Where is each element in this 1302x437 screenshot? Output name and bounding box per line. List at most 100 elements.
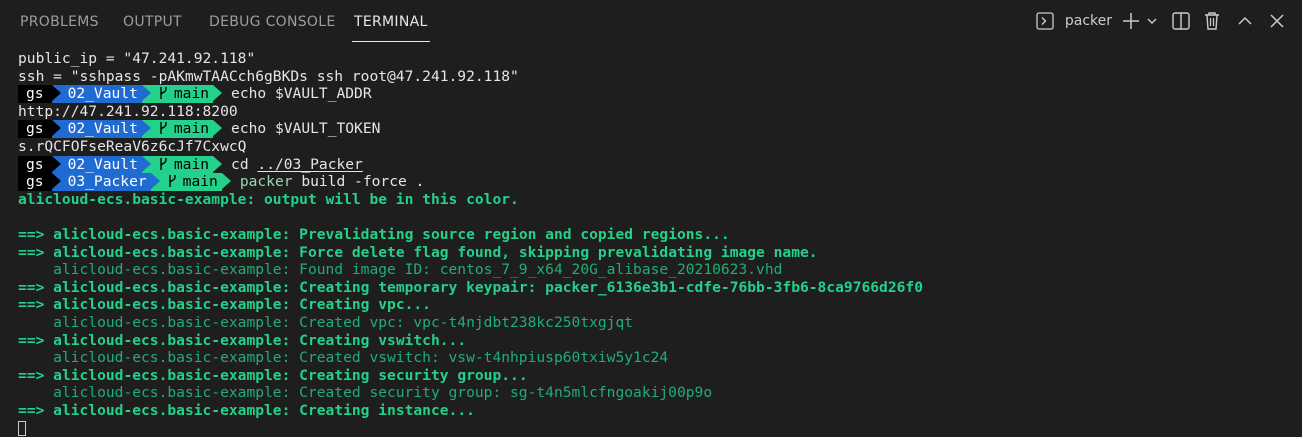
output-text: s.rQCFOFseReaV6z6cJf7CxwcQ [18,137,247,155]
terminal-panel: PROBLEMS OUTPUT DEBUG CONSOLE TERMINAL p… [0,0,1302,436]
prompt-user-text: gs [26,155,44,173]
tab-output[interactable]: OUTPUT [123,0,182,44]
prompt-dir-text: 02_Vault [67,85,138,103]
step-text: alicloud-ecs.basic-example: Prevalidatin… [53,225,730,243]
output-text: alicloud-ecs.basic-example: output will … [18,190,519,208]
prompt-dir: 03_Packer [51,173,160,191]
command-name: echo [231,85,267,103]
terminal-line: gs 03_Packer main packer build -force . [18,173,1302,191]
prompt-dir: 02_Vault [51,85,151,103]
command-name: cd [231,155,249,173]
terminal-line: s.rQCFOFseReaV6z6cJf7CxwcQ [18,138,1302,156]
terminal-line: alicloud-ecs.basic-example: Created vpc:… [18,314,1302,332]
git-branch-icon [167,173,183,190]
tab-terminal[interactable]: TERMINAL [352,0,430,44]
command-args: ../03_Packer [257,155,363,173]
panel-tab-bar: PROBLEMS OUTPUT DEBUG CONSOLE TERMINAL p… [0,0,1302,44]
output-text: http://47.241.92.118:8200 [18,102,238,120]
chevron-up-icon [1238,16,1252,25]
prompt-dir: 02_Vault [51,120,151,138]
prompt-branch: main [150,173,231,191]
maximize-panel-button[interactable] [1236,10,1254,32]
terminal-line: ==> alicloud-ecs.basic-example: Prevalid… [18,226,1302,244]
terminal-line: ==> alicloud-ecs.basic-example: Creating… [18,402,1302,420]
terminal-icon [1035,11,1055,31]
prompt: gs 02_Vault main [18,85,223,103]
terminal-output[interactable]: public_ip = "47.241.92.118" ssh = "sshpas… [18,50,1302,436]
prompt-branch-text: main [173,155,210,173]
terminal-line: http://47.241.92.118:8200 [18,103,1302,121]
step-arrow: ==> [18,296,54,314]
step-arrow: ==> [18,225,54,243]
tab-debug-console[interactable]: DEBUG CONSOLE [209,0,336,44]
prompt-user-text: gs [26,173,44,191]
prompt-branch: main [141,85,223,103]
prompt-user-text: gs [26,120,44,138]
terminal-line: gs 02_Vault main echo $VAULT_ADDR [18,85,1302,103]
terminal-line: alicloud-ecs.basic-example: Created secu… [18,384,1302,402]
prompt-dir-text: 02_Vault [67,120,138,138]
prompt-dir-text: 02_Vault [67,155,138,173]
prompt-dir-text: 03_Packer [67,173,147,191]
prompt-branch-text: main [182,173,218,191]
terminal-line: alicloud-ecs.basic-example: Found image … [18,261,1302,279]
prompt-user-text: gs [26,85,44,103]
prompt-branch: main [141,155,223,174]
command-name: echo [231,120,267,138]
prompt-branch: main [141,120,223,138]
prompt: gs 02_Vault main [18,155,223,174]
split-terminal-button[interactable] [1171,10,1191,32]
git-branch-icon [158,85,174,102]
prompt-user: gs [18,85,61,103]
terminal-line: public_ip = "47.241.92.118" [18,50,1302,68]
prompt: gs 03_Packer main [18,173,231,191]
prompt-user: gs [18,120,61,138]
terminal-line: ==> alicloud-ecs.basic-example: Creating… [18,332,1302,350]
command-args: $VAULT_TOKEN [274,120,381,138]
step-text: alicloud-ecs.basic-example: Creating tem… [53,278,923,296]
output-text: public_ip = "47.241.92.118" [18,50,256,67]
detail-text: alicloud-ecs.basic-example: Created vswi… [18,349,669,367]
terminal-line: ==> alicloud-ecs.basic-example: Creating… [18,296,1302,314]
terminal-cursor [18,420,26,436]
prompt-branch-text: main [173,120,210,138]
terminal-line: alicloud-ecs.basic-example: Created vswi… [18,349,1302,367]
step-text: alicloud-ecs.basic-example: Force delete… [53,243,818,261]
tab-problems[interactable]: PROBLEMS [20,0,99,44]
terminal-line [18,419,1302,437]
step-arrow: ==> [18,366,54,384]
terminal-selector[interactable]: packer [1035,10,1112,32]
command-args: build -force . [301,173,425,191]
git-branch-icon [158,120,174,137]
prompt-dir: 02_Vault [51,155,151,174]
terminal-name: packer [1064,13,1112,29]
output-text: ssh = "sshpass -pAKmwTAACch6gBKDs ssh ro… [18,67,519,85]
step-arrow: ==> [18,331,54,349]
command-args: $VAULT_ADDR [274,85,372,103]
new-terminal-button[interactable] [1121,10,1141,32]
chevron-down-icon [1147,18,1157,24]
terminal-line: ssh = "sshpass -pAKmwTAACch6gBKDs ssh ro… [18,68,1302,86]
terminal-line: ==> alicloud-ecs.basic-example: Force de… [18,244,1302,262]
terminal-line: alicloud-ecs.basic-example: output will … [18,191,1302,209]
step-arrow: ==> [18,278,54,296]
trash-icon [1205,12,1219,30]
kill-terminal-button[interactable] [1202,10,1222,32]
terminal-line: ==> alicloud-ecs.basic-example: Creating… [18,367,1302,385]
detail-text: alicloud-ecs.basic-example: Created secu… [18,384,713,402]
command-name: packer [239,173,293,191]
step-text: alicloud-ecs.basic-example: Creating ins… [53,401,475,419]
close-panel-button[interactable] [1268,10,1286,32]
step-text: alicloud-ecs.basic-example: Creating sec… [53,366,528,384]
detail-text: alicloud-ecs.basic-example: Created vpc:… [18,313,634,331]
terminal-line: gs 02_Vault main cd ../03_Packer [18,155,1302,174]
step-text: alicloud-ecs.basic-example: Creating vpc… [53,296,431,314]
terminal-dropdown-button[interactable] [1146,10,1158,32]
prompt-user: gs [18,155,61,174]
prompt-branch-text: main [173,85,210,103]
detail-text: alicloud-ecs.basic-example: Found image … [18,261,783,279]
git-branch-icon [158,156,174,173]
split-icon [1172,12,1190,30]
plus-icon [1123,13,1139,29]
